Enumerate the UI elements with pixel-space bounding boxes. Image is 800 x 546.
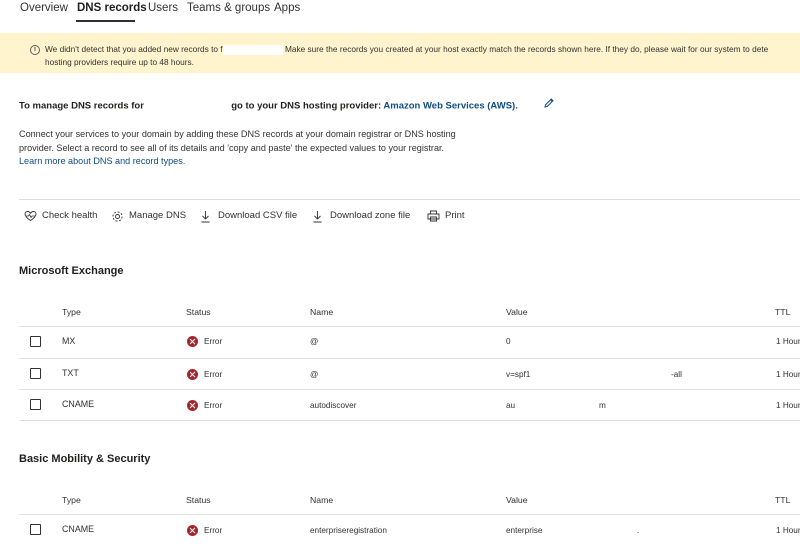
record-status: Error bbox=[204, 370, 223, 379]
error-icon bbox=[187, 400, 198, 411]
tab-apps[interactable]: Apps bbox=[274, 2, 300, 14]
record-name: autodiscover bbox=[310, 401, 357, 410]
column-header-type[interactable]: Type bbox=[62, 307, 81, 317]
description-body: Connect your services to your domain by … bbox=[19, 129, 456, 153]
banner-line1-end: Make sure the records you created at you… bbox=[284, 44, 769, 54]
banner-line2: hosting providers require up to 48 hours… bbox=[45, 57, 194, 67]
record-ttl: 1 Hour bbox=[776, 370, 800, 379]
record-status: Error bbox=[204, 337, 223, 346]
description-text: Connect your services to your domain by … bbox=[19, 128, 459, 169]
manage-prefix: To manage DNS records for bbox=[19, 100, 144, 112]
record-ttl: 1 Hour bbox=[776, 337, 800, 346]
column-header-name[interactable]: Name bbox=[310, 495, 333, 505]
row-checkbox[interactable] bbox=[30, 399, 41, 410]
row-checkbox[interactable] bbox=[30, 336, 41, 347]
record-type: TXT bbox=[62, 368, 79, 378]
record-status: Error bbox=[204, 526, 223, 535]
pencil-icon[interactable] bbox=[543, 97, 555, 109]
tab-teams-groups[interactable]: Teams & groups bbox=[187, 2, 270, 14]
section-title: Microsoft Exchange bbox=[19, 265, 124, 277]
record-value: v=spf1 bbox=[506, 370, 531, 379]
tab-dns-records[interactable]: DNS records bbox=[77, 2, 147, 14]
column-header-status[interactable]: Status bbox=[186, 495, 211, 505]
manage-dns-label: Manage DNS bbox=[129, 210, 187, 221]
download-csv-button[interactable]: Download CSV file bbox=[200, 209, 305, 225]
check-health-label: Check health bbox=[42, 210, 98, 221]
download-icon bbox=[201, 211, 210, 223]
check-health-button[interactable]: Check health bbox=[24, 209, 104, 225]
learn-more-link[interactable]: Learn more about DNS and record types. bbox=[19, 156, 185, 166]
print-label: Print bbox=[445, 210, 465, 221]
info-icon: i bbox=[30, 45, 40, 55]
record-ttl: 1 Hour bbox=[776, 401, 800, 410]
redacted-domain bbox=[222, 44, 283, 55]
error-icon bbox=[187, 369, 198, 380]
record-value-end: m bbox=[599, 401, 606, 410]
record-type: CNAME bbox=[62, 399, 95, 409]
table-row[interactable]: CNAME Error enterpriseregistration enter… bbox=[0, 515, 800, 546]
row-checkbox[interactable] bbox=[30, 368, 41, 379]
column-header-type[interactable]: Type bbox=[62, 495, 81, 505]
table-row[interactable]: MX Error @ 0 1 Hour bbox=[0, 327, 800, 358]
record-status: Error bbox=[204, 401, 223, 410]
table-row[interactable]: CNAME Error autodiscover au m 1 Hour bbox=[0, 390, 800, 421]
warning-banner: i We didn't detect that you added new re… bbox=[0, 33, 800, 73]
download-zone-button[interactable]: Download zone file bbox=[312, 209, 420, 225]
row-divider bbox=[19, 420, 800, 421]
tab-users[interactable]: Users bbox=[148, 2, 178, 14]
record-ttl: 1 Hour bbox=[776, 526, 800, 535]
column-header-name[interactable]: Name bbox=[310, 307, 333, 317]
record-value: 0 bbox=[506, 337, 511, 346]
dns-provider-link[interactable]: Amazon Web Services (AWS). bbox=[383, 101, 517, 112]
record-type: CNAME bbox=[62, 524, 95, 534]
manage-dns-button[interactable]: Manage DNS bbox=[111, 209, 191, 225]
download-zone-label: Download zone file bbox=[330, 210, 411, 221]
active-tab-indicator bbox=[76, 20, 135, 22]
banner-message: We didn't detect that you added new reco… bbox=[45, 43, 800, 69]
column-header-status[interactable]: Status bbox=[186, 307, 211, 317]
record-name: enterpriseregistration bbox=[310, 526, 387, 535]
column-header-ttl[interactable]: TTL bbox=[775, 307, 790, 317]
redacted-domain bbox=[146, 100, 229, 112]
tab-overview[interactable]: Overview bbox=[20, 2, 68, 14]
download-icon bbox=[313, 211, 322, 223]
record-name: @ bbox=[310, 370, 319, 379]
error-icon bbox=[187, 525, 198, 536]
record-value-end: -all bbox=[671, 370, 682, 379]
record-value: enterprise bbox=[506, 526, 543, 535]
banner-line1-start: We didn't detect that you added new reco… bbox=[45, 44, 223, 54]
record-name: @ bbox=[310, 337, 319, 346]
column-header-value[interactable]: Value bbox=[506, 307, 528, 317]
gear-icon bbox=[112, 211, 123, 222]
record-type: MX bbox=[62, 336, 76, 346]
heart-icon bbox=[24, 211, 37, 222]
manage-middle: go to your DNS hosting provider: bbox=[231, 100, 382, 112]
column-header-ttl[interactable]: TTL bbox=[775, 495, 790, 505]
tab-bar: Overview DNS records Users Teams & group… bbox=[0, 0, 800, 24]
manage-dns-heading: To manage DNS records for go to your DNS… bbox=[19, 100, 518, 112]
table-row[interactable]: TXT Error @ v=spf1 -all 1 Hour bbox=[0, 359, 800, 390]
section-title: Basic Mobility & Security bbox=[19, 453, 151, 465]
download-csv-label: Download CSV file bbox=[218, 210, 298, 221]
divider bbox=[19, 199, 800, 200]
record-value-end: . bbox=[637, 526, 640, 535]
row-checkbox[interactable] bbox=[30, 524, 41, 535]
error-icon bbox=[187, 336, 198, 347]
printer-icon bbox=[427, 210, 440, 222]
record-value: au bbox=[506, 401, 516, 410]
column-header-value[interactable]: Value bbox=[506, 495, 528, 505]
print-button[interactable]: Print bbox=[427, 209, 472, 225]
